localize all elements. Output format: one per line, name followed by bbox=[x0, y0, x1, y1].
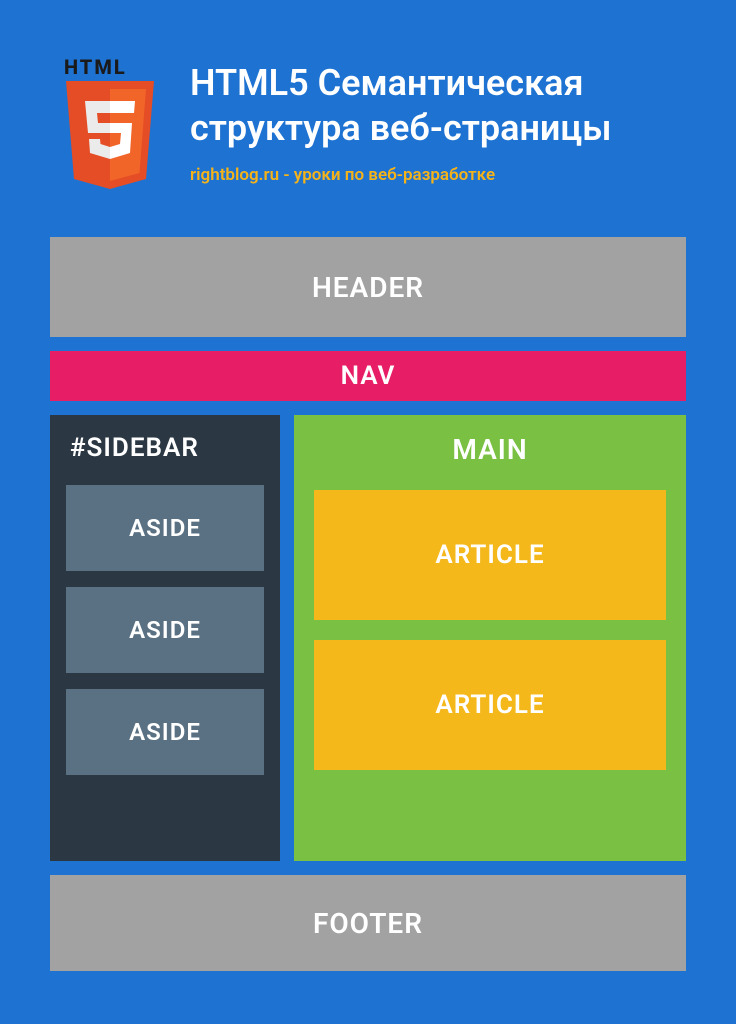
sidebar-title: #SIDEBAR bbox=[70, 433, 264, 463]
aside-region: ASIDE bbox=[66, 587, 264, 673]
header-region: HEADER bbox=[50, 237, 686, 337]
semantic-layout-diagram: HEADER NAV #SIDEBAR ASIDE ASIDE ASIDE MA… bbox=[50, 237, 686, 971]
footer-region: FOOTER bbox=[50, 875, 686, 971]
nav-region: NAV bbox=[50, 351, 686, 401]
article-region: ARTICLE bbox=[314, 640, 666, 770]
aside-region: ASIDE bbox=[66, 485, 264, 571]
page-subtitle: rightblog.ru - уроки по веб-разработке bbox=[190, 165, 696, 185]
main-title: MAIN bbox=[314, 433, 666, 466]
html5-logo: HTML bbox=[60, 55, 160, 197]
aside-region: ASIDE bbox=[66, 689, 264, 775]
html5-shield-icon bbox=[60, 81, 160, 193]
article-region: ARTICLE bbox=[314, 490, 666, 620]
sidebar-region: #SIDEBAR ASIDE ASIDE ASIDE bbox=[50, 415, 280, 861]
logo-text: HTML bbox=[64, 55, 160, 79]
page-title: HTML5 Семантическая структура веб-страни… bbox=[190, 61, 696, 151]
main-region: MAIN ARTICLE ARTICLE bbox=[294, 415, 686, 861]
